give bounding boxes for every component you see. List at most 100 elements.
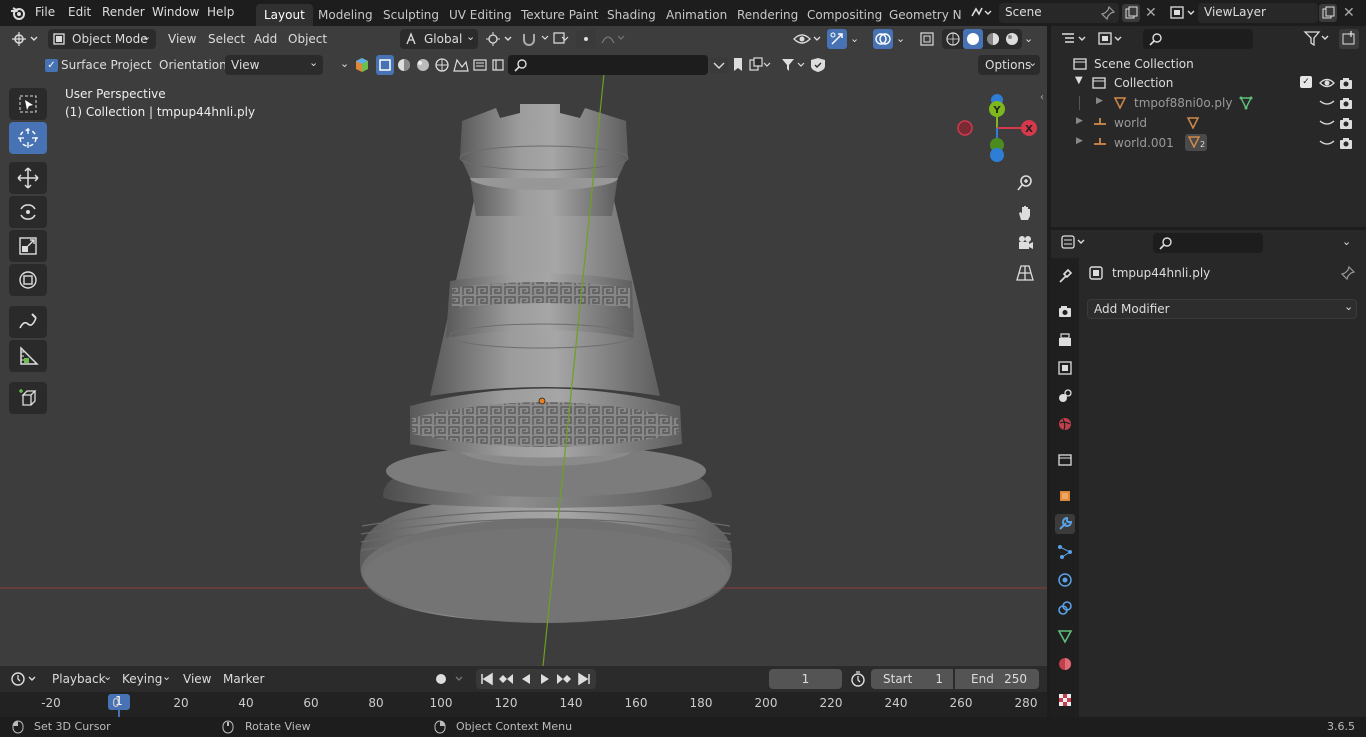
menu-file[interactable]: File <box>35 5 55 19</box>
camera-render-icon[interactable] <box>1339 76 1353 90</box>
delete-scene-icon[interactable]: ✕ <box>1145 5 1157 21</box>
menu-render[interactable]: Render <box>102 5 145 19</box>
chevron-down-icon[interactable]: ⌄ <box>1342 235 1351 248</box>
timeline-menu-marker[interactable]: Marker <box>223 672 264 686</box>
add-modifier-dropdown[interactable]: Add Modifier ⌄ <box>1087 299 1357 319</box>
annotate-tool[interactable] <box>9 306 47 338</box>
viewport-extra-icons[interactable] <box>710 56 835 74</box>
chevron-down-icon[interactable]: ⌄ <box>1024 32 1033 45</box>
camera-view-icon[interactable] <box>1012 230 1038 256</box>
outliner-row-item[interactable]: ▶ world.001 2 <box>1051 133 1366 153</box>
outliner-row-scene-collection[interactable]: Scene Collection <box>1051 54 1366 74</box>
new-collection-icon[interactable] <box>1339 29 1359 49</box>
scale-tool[interactable] <box>9 230 47 262</box>
rotate-tool[interactable] <box>9 196 47 228</box>
viewport-visibility-icon[interactable] <box>792 30 824 48</box>
menu-help[interactable]: Help <box>207 5 234 19</box>
solid-shading-icon[interactable] <box>963 29 983 49</box>
editor-type-icon[interactable] <box>12 32 40 46</box>
auto-keying-icon[interactable] <box>432 670 468 688</box>
eye-closed-icon[interactable] <box>1319 117 1335 129</box>
tab-modeling[interactable]: Modeling <box>310 4 381 26</box>
tab-animation[interactable]: Animation <box>658 4 735 26</box>
overlays-toggle-icon[interactable] <box>873 29 893 49</box>
preview-range-icon[interactable] <box>848 669 868 689</box>
outliner-editor-type-icon[interactable] <box>1061 32 1089 46</box>
pin-icon[interactable] <box>1341 266 1355 280</box>
select-box-tool[interactable] <box>9 88 47 120</box>
texture-properties-icon[interactable] <box>1055 690 1075 710</box>
material-properties-icon[interactable] <box>1055 654 1075 674</box>
properties-editor-type-icon[interactable] <box>1061 235 1089 249</box>
viewport-menu-add[interactable]: Add <box>254 32 277 46</box>
blender-logo-icon[interactable] <box>10 6 26 20</box>
xray-toggle-icon[interactable] <box>918 30 938 48</box>
tab-geometry-nodes[interactable]: Geometry Noc <box>881 4 961 26</box>
jump-end-icon[interactable] <box>577 672 591 686</box>
outliner-row-item[interactable]: ▶ world <box>1051 113 1366 133</box>
select-box-icon[interactable] <box>376 55 394 75</box>
camera-render-icon[interactable] <box>1339 136 1353 150</box>
viewport-menu-object[interactable]: Object <box>288 32 327 46</box>
chevron-down-icon[interactable]: ⌄ <box>896 32 905 45</box>
tab-sculpting[interactable]: Sculpting <box>375 4 447 26</box>
data-properties-icon[interactable] <box>1055 626 1075 646</box>
output-properties-icon[interactable] <box>1055 330 1075 350</box>
wireframe-shading-icon[interactable] <box>944 30 962 48</box>
start-frame-field[interactable]: Start 1 <box>871 669 953 689</box>
child-count-badge[interactable]: 2 <box>1185 134 1207 151</box>
transform-tool[interactable] <box>9 264 47 296</box>
proportional-editing-icon[interactable] <box>576 30 596 48</box>
snap-icon[interactable] <box>520 30 572 48</box>
object-types-icon[interactable] <box>354 57 370 73</box>
viewport-filter-icons[interactable] <box>396 57 516 73</box>
view-layer-field[interactable]: ViewLayer <box>1198 3 1318 23</box>
expand-arrow-icon[interactable]: ▶ <box>1076 136 1083 146</box>
play-reverse-icon[interactable] <box>519 672 533 686</box>
physics-properties-icon[interactable] <box>1055 570 1075 590</box>
viewport-menu-select[interactable]: Select <box>208 32 245 46</box>
measure-tool[interactable] <box>9 340 47 372</box>
menu-edit[interactable]: Edit <box>68 5 91 19</box>
navigation-gizmo[interactable]: X Y <box>950 90 1042 166</box>
tool-properties-icon[interactable] <box>1055 266 1075 286</box>
chevron-down-icon[interactable]: ⌄ <box>850 32 859 45</box>
tab-texture-paint[interactable]: Texture Paint <box>513 4 606 26</box>
outliner-row-collection[interactable]: ▼ Collection ✓ <box>1051 73 1366 93</box>
tab-compositing[interactable]: Compositing <box>799 4 890 26</box>
eye-icon[interactable] <box>1319 76 1335 90</box>
display-mode-icon[interactable] <box>1097 31 1127 47</box>
tab-rendering[interactable]: Rendering <box>729 4 806 26</box>
collection-properties-icon[interactable] <box>1055 450 1075 470</box>
playback-menu[interactable]: Playback ⌄ <box>45 669 115 689</box>
outliner-search-input[interactable] <box>1143 29 1253 49</box>
world-properties-icon[interactable] <box>1055 414 1075 434</box>
keying-menu[interactable]: Keying ⌄ <box>116 669 174 689</box>
camera-render-icon[interactable] <box>1339 96 1353 110</box>
end-frame-field[interactable]: End 250 <box>955 669 1039 689</box>
options-dropdown[interactable]: Options ⌄ <box>978 55 1040 75</box>
play-icon[interactable] <box>538 672 552 686</box>
camera-render-icon[interactable] <box>1339 116 1353 130</box>
zoom-icon[interactable] <box>1012 170 1038 196</box>
tab-shading[interactable]: Shading <box>599 4 664 26</box>
timeline-editor-type-icon[interactable] <box>10 670 40 688</box>
add-cube-tool[interactable] <box>9 382 47 414</box>
constraints-properties-icon[interactable] <box>1055 598 1075 618</box>
sidebar-toggle-icon[interactable]: ‹ <box>1040 92 1044 103</box>
gizmo-toggle-icon[interactable] <box>827 29 847 49</box>
delete-view-layer-icon[interactable]: ✕ <box>1343 5 1355 21</box>
chevron-down-icon[interactable]: ⌄ <box>340 57 349 70</box>
jump-keyframe-forward-icon[interactable] <box>556 672 572 686</box>
timeline-menu-view[interactable]: View <box>183 672 211 686</box>
jump-keyframe-back-icon[interactable] <box>498 672 514 686</box>
pan-hand-icon[interactable] <box>1012 200 1038 226</box>
properties-search-input[interactable] <box>1153 233 1263 253</box>
cursor-tool[interactable] <box>9 122 47 154</box>
scene-selector-icon[interactable] <box>970 3 996 23</box>
render-properties-icon[interactable] <box>1055 302 1075 322</box>
view-layer-icon[interactable] <box>1169 4 1199 22</box>
3d-viewport[interactable]: Object Mode ⌄ View Select Add Object Glo… <box>0 26 1047 666</box>
outliner-filter-icon[interactable] <box>1303 30 1333 46</box>
expand-arrow-icon[interactable]: ▶ <box>1096 96 1103 106</box>
